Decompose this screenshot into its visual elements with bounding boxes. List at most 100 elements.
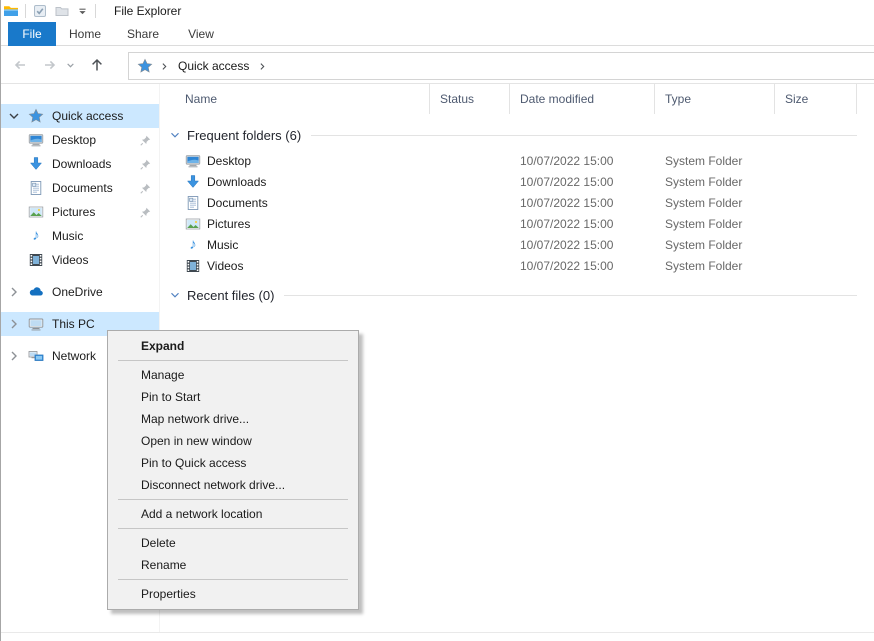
file-date-modified: 10/07/2022 15:00 xyxy=(520,256,613,277)
file-date-modified: 10/07/2022 15:00 xyxy=(520,235,613,256)
file-type: System Folder xyxy=(665,151,742,172)
file-type: System Folder xyxy=(665,193,742,214)
titlebar-separator xyxy=(25,4,26,18)
sidebar-item-label: Videos xyxy=(52,248,88,272)
menu-separator xyxy=(118,360,348,361)
file-row-documents[interactable]: Documents10/07/2022 15:00System Folder xyxy=(160,193,874,214)
titlebar: File Explorer xyxy=(0,0,874,22)
chevron-right-icon[interactable] xyxy=(6,316,22,332)
file-type: System Folder xyxy=(665,172,742,193)
column-header-date-modified[interactable]: Date modified xyxy=(510,84,655,114)
file-date-modified: 10/07/2022 15:00 xyxy=(520,193,613,214)
column-header-name[interactable]: Name xyxy=(160,84,430,114)
forward-button[interactable] xyxy=(42,57,58,73)
file-date-modified: 10/07/2022 15:00 xyxy=(520,172,613,193)
file-name: Videos xyxy=(207,256,243,277)
file-date-modified: 10/07/2022 15:00 xyxy=(520,214,613,235)
tab-file[interactable]: File xyxy=(8,22,56,46)
file-row-downloads[interactable]: Downloads 10/07/2022 15:00 System Folder xyxy=(160,172,874,193)
pin-icon xyxy=(139,157,153,171)
chevron-spacer xyxy=(6,252,22,268)
group-header-recent-files-0[interactable]: Recent files (0) xyxy=(160,283,874,307)
menu-item-properties[interactable]: Properties xyxy=(108,583,358,605)
breadcrumb: Quick access xyxy=(129,58,269,74)
sidebar-item-label: Desktop xyxy=(52,128,96,152)
sidebar-item-pictures[interactable]: Pictures xyxy=(0,200,159,224)
chevron-spacer xyxy=(6,132,22,148)
sidebar-item-label: Documents xyxy=(52,176,113,200)
sidebar-item-onedrive[interactable]: OneDrive xyxy=(0,280,159,304)
thispc-icon xyxy=(28,316,44,332)
sidebar-item-videos[interactable]: Videos xyxy=(0,248,159,272)
menu-item-expand[interactable]: Expand xyxy=(108,335,358,357)
sidebar-item-music[interactable]: ♪ Music xyxy=(0,224,159,248)
explorer-logo-icon xyxy=(3,3,19,19)
menu-item-add-a-network-location[interactable]: Add a network location xyxy=(108,503,358,525)
file-type: System Folder xyxy=(665,256,742,277)
menu-item-pin-to-start[interactable]: Pin to Start xyxy=(108,386,358,408)
file-type: System Folder xyxy=(665,214,742,235)
back-button[interactable] xyxy=(12,57,28,73)
chevron-down-icon[interactable] xyxy=(6,108,22,124)
music-icon: ♪ xyxy=(185,237,201,253)
downloads-icon xyxy=(28,156,44,172)
chevron-spacer xyxy=(6,204,22,220)
sidebar-item-desktop[interactable]: Desktop xyxy=(0,128,159,152)
menu-item-open-in-new-window[interactable]: Open in new window xyxy=(108,430,358,452)
tab-home[interactable]: Home xyxy=(56,22,114,46)
menu-item-rename[interactable]: Rename xyxy=(108,554,358,576)
group-rule xyxy=(284,295,857,296)
ribbon-tabs: FileHomeShareView xyxy=(0,22,874,46)
sidebar-item-label: Music xyxy=(52,224,83,248)
file-row-videos[interactable]: Videos 10/07/2022 15:00 System Folder xyxy=(160,256,874,277)
group-chevron-icon xyxy=(168,128,182,142)
file-row-pictures[interactable]: Pictures10/07/2022 15:00System Folder xyxy=(160,214,874,235)
menu-item-disconnect-network-drive[interactable]: Disconnect network drive... xyxy=(108,474,358,496)
menu-item-map-network-drive[interactable]: Map network drive... xyxy=(108,408,358,430)
file-name: Downloads xyxy=(207,172,266,193)
menu-item-delete[interactable]: Delete xyxy=(108,532,358,554)
menu-item-pin-to-quick-access[interactable]: Pin to Quick access xyxy=(108,452,358,474)
chevron-spacer xyxy=(6,180,22,196)
chevron-right-icon[interactable] xyxy=(6,348,22,364)
qat-new-folder-icon[interactable] xyxy=(54,3,70,19)
sidebar-item-quick-access[interactable]: Quick access xyxy=(0,104,159,128)
file-row-desktop[interactable]: Desktop10/07/2022 15:00System Folder xyxy=(160,151,874,172)
desktop-icon xyxy=(28,132,44,148)
quick-access-star-icon xyxy=(137,58,153,74)
group-chevron-icon xyxy=(168,288,182,302)
file-type: System Folder xyxy=(665,235,742,256)
column-headers: NameStatusDate modifiedTypeSize xyxy=(160,84,874,114)
group-header-frequent-folders-6[interactable]: Frequent folders (6) xyxy=(160,123,874,147)
column-header-status[interactable]: Status xyxy=(430,84,510,114)
titlebar-separator xyxy=(95,4,96,18)
column-header-type[interactable]: Type xyxy=(655,84,775,114)
up-button[interactable] xyxy=(89,57,105,73)
pin-icon xyxy=(139,133,153,147)
file-explorer-window: File Explorer FileHomeShareView Quick ac… xyxy=(0,0,874,641)
file-row-music[interactable]: ♪Music10/07/2022 15:00System Folder xyxy=(160,235,874,256)
window-left-border xyxy=(0,0,1,641)
group-rule xyxy=(311,135,857,136)
onedrive-icon xyxy=(28,284,44,300)
breadcrumb-item-quick-access[interactable]: Quick access xyxy=(176,59,251,73)
qat-dropdown-icon[interactable] xyxy=(76,5,89,18)
column-header-size[interactable]: Size xyxy=(775,84,857,114)
sidebar-item-documents[interactable]: Documents xyxy=(0,176,159,200)
address-bar[interactable]: Quick access xyxy=(128,52,874,80)
breadcrumb-chevron-icon xyxy=(256,60,269,73)
menu-item-manage[interactable]: Manage xyxy=(108,364,358,386)
sidebar-item-downloads[interactable]: Downloads xyxy=(0,152,159,176)
desktop-icon xyxy=(185,153,201,169)
music-icon: ♪ xyxy=(28,228,44,244)
recent-locations-dropdown[interactable] xyxy=(64,59,77,72)
tab-share[interactable]: Share xyxy=(114,22,172,46)
file-date-modified: 10/07/2022 15:00 xyxy=(520,151,613,172)
tab-view[interactable]: View xyxy=(172,22,230,46)
sidebar-item-label: OneDrive xyxy=(52,280,103,304)
file-list: Frequent folders (6)Desktop10/07/2022 15… xyxy=(160,114,874,307)
chevron-right-icon[interactable] xyxy=(6,284,22,300)
pictures-icon xyxy=(28,204,44,220)
qat-properties-icon[interactable] xyxy=(32,3,48,19)
videos-icon xyxy=(28,252,44,268)
